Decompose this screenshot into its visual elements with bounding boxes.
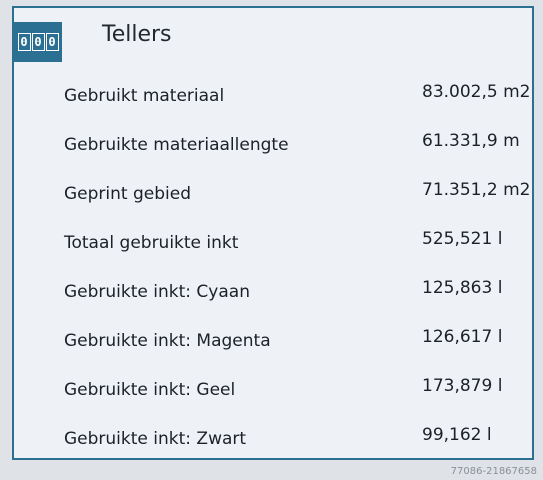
counter-row-total-ink: Totaal gebruikte inkt 525,521 l bbox=[14, 219, 532, 268]
counters-list: Gebruikt materiaal 83.002,5 m2 Gebruikte… bbox=[14, 72, 532, 464]
counter-icon: 0 0 0 bbox=[14, 22, 62, 62]
counter-row-material-length: Gebruikte materiaallengte 61.331,9 m bbox=[14, 121, 532, 170]
counter-label: Gebruikte materiaallengte bbox=[64, 135, 289, 155]
counter-label: Gebruikte inkt: Cyaan bbox=[64, 282, 250, 302]
counter-value: 125,863 l bbox=[422, 278, 503, 298]
counters-panel: 0 0 0 Tellers Gebruikt materiaal 83.002,… bbox=[12, 6, 534, 460]
counter-label: Gebruikte inkt: Magenta bbox=[64, 331, 271, 351]
counter-value: 525,521 l bbox=[422, 229, 503, 249]
counter-row-material-used: Gebruikt materiaal 83.002,5 m2 bbox=[14, 72, 532, 121]
watermark: 77086-21867658 bbox=[450, 466, 537, 477]
counter-row-ink-cyan: Gebruikte inkt: Cyaan 125,863 l bbox=[14, 268, 532, 317]
counter-label: Gebruikte inkt: Geel bbox=[64, 380, 236, 400]
counter-label: Geprint gebied bbox=[64, 184, 191, 204]
counter-value: 83.002,5 m2 bbox=[422, 82, 531, 102]
counter-row-printed-area: Geprint gebied 71.351,2 m2 bbox=[14, 170, 532, 219]
panel-title: Tellers bbox=[102, 22, 172, 47]
counter-value: 99,162 l bbox=[422, 425, 492, 445]
counter-value: 61.331,9 m bbox=[422, 131, 520, 151]
counter-value: 126,617 l bbox=[422, 327, 503, 347]
panel-header: 0 0 0 Tellers bbox=[14, 8, 532, 64]
counter-digit: 0 bbox=[31, 33, 45, 51]
counter-digit: 0 bbox=[45, 33, 59, 51]
counter-label: Gebruikte inkt: Zwart bbox=[64, 429, 247, 449]
counter-icon-digits: 0 0 0 bbox=[17, 33, 59, 51]
counter-row-ink-yellow: Gebruikte inkt: Geel 173,879 l bbox=[14, 366, 532, 415]
counter-value: 71.351,2 m2 bbox=[422, 180, 531, 200]
counter-label: Totaal gebruikte inkt bbox=[64, 233, 239, 253]
counter-row-ink-black: Gebruikte inkt: Zwart 99,162 l bbox=[14, 415, 532, 464]
counter-row-ink-magenta: Gebruikte inkt: Magenta 126,617 l bbox=[14, 317, 532, 366]
counter-label: Gebruikt materiaal bbox=[64, 86, 225, 106]
counter-value: 173,879 l bbox=[422, 376, 503, 396]
counter-digit: 0 bbox=[17, 33, 31, 51]
